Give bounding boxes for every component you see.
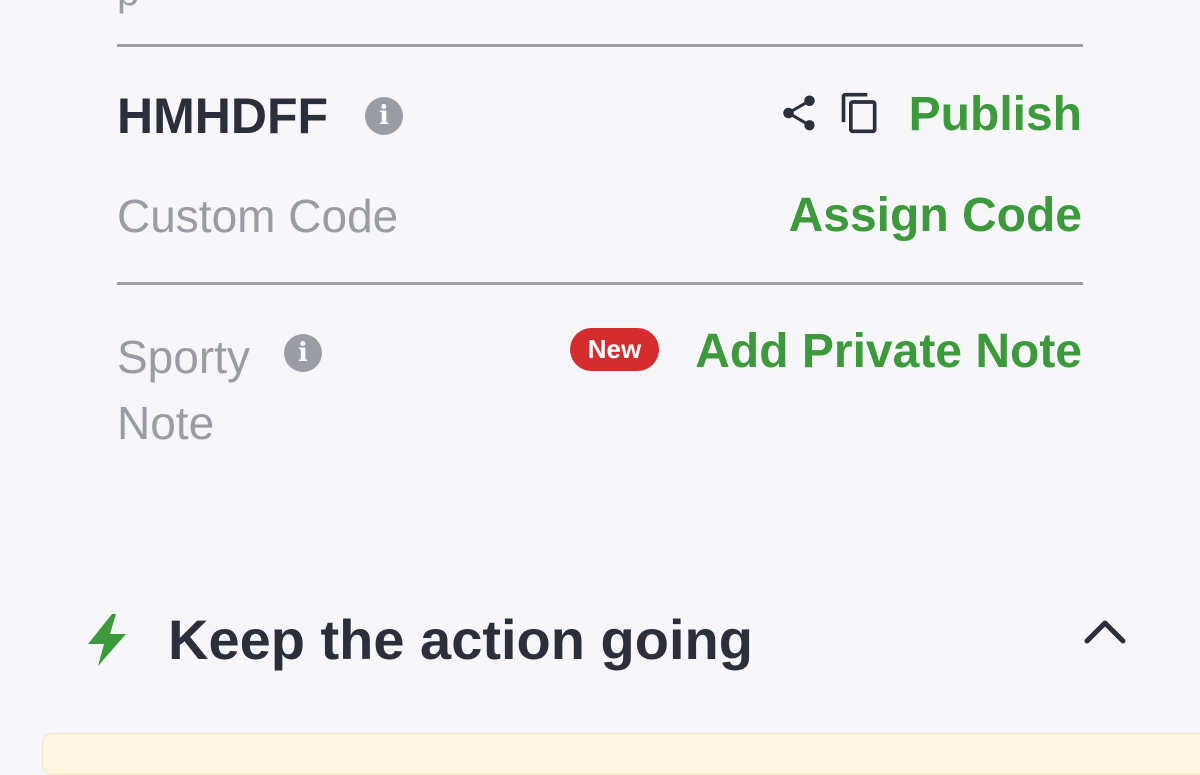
sporty-note-info-icon[interactable]: i [284,334,322,372]
divider-middle [117,282,1083,285]
booking-code-info-icon[interactable]: i [365,97,403,135]
divider-top [117,44,1083,47]
chevron-up-icon[interactable] [1083,617,1127,645]
share-icon[interactable] [778,92,820,134]
custom-code-label: Custom Code [117,190,399,242]
cutoff-previous-row-text: p [117,0,139,12]
sporty-note-label: Sporty Note [117,331,250,449]
new-badge: New [570,328,659,371]
copy-icon[interactable] [838,89,882,137]
publish-link[interactable]: Publish [909,87,1082,143]
assign-code-link[interactable]: Assign Code [789,188,1082,244]
add-private-note-link[interactable]: Add Private Note [695,324,1082,380]
booking-code: HMHDFF [117,88,329,144]
section-content-panel [42,733,1200,775]
lightning-bolt-icon [88,614,126,666]
section-title: Keep the action going [168,608,753,671]
